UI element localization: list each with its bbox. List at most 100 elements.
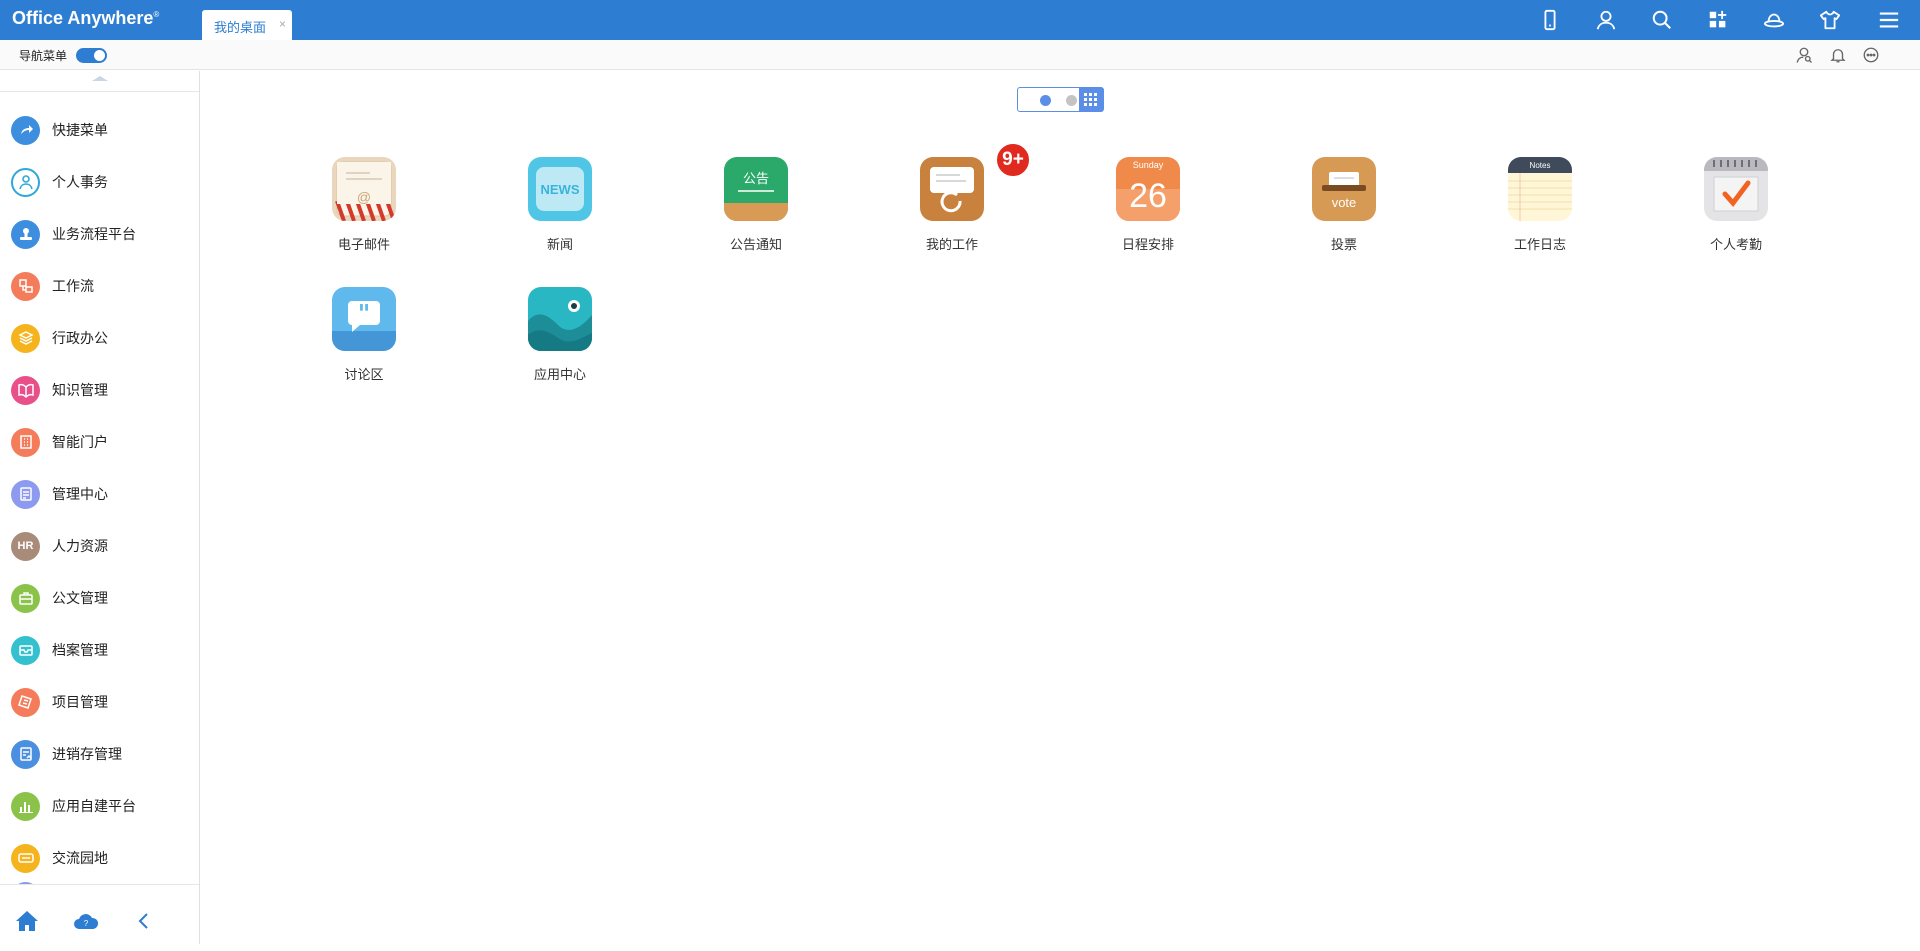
- attendance-icon: [1704, 157, 1768, 221]
- sidebar-item-label: 档案管理: [52, 642, 108, 658]
- notes-icon: Notes: [1508, 157, 1572, 221]
- calendar-date-text: 26: [1129, 177, 1167, 215]
- sidebar-item[interactable]: 应用自建平台: [0, 780, 199, 832]
- sub-bar: 导航菜单: [0, 40, 1920, 70]
- menu-icon[interactable]: [1874, 6, 1904, 34]
- page-switcher: [1017, 87, 1104, 112]
- sidebar-item[interactable]: HR 人力资源: [0, 520, 199, 572]
- sidebar-item-label: 工作流: [52, 278, 94, 294]
- bell-icon[interactable]: [1827, 44, 1849, 66]
- sidebar-item[interactable]: 行政办公: [0, 312, 199, 364]
- chat-icon[interactable]: [1860, 44, 1882, 66]
- sidebar-item-label: 管理中心: [52, 486, 108, 502]
- sidebar-item-label: 应用自建平台: [52, 798, 136, 814]
- app-label: 我的工作: [925, 237, 978, 252]
- sidebar: 快捷菜单个人事务业务流程平台 工作流行政办公知识管理智能门户管理中心 HR 人力资源公…: [0, 71, 200, 944]
- app-my-work[interactable]: 我的工作: [897, 157, 1007, 267]
- stamp-icon: [11, 219, 40, 249]
- discussion-icon: ": [332, 287, 396, 351]
- app-discussion[interactable]: " 讨论区: [309, 287, 419, 397]
- person-icon: [11, 167, 40, 197]
- app-label: 应用中心: [533, 367, 586, 382]
- archive-icon: [11, 635, 40, 665]
- sidebar-item[interactable]: 项目管理: [0, 676, 199, 728]
- notification-badge: 9+: [995, 142, 1031, 178]
- sidebar-item[interactable]: 快捷菜单: [0, 104, 199, 156]
- inventory-icon: [11, 739, 40, 769]
- vote-icon: vote: [1312, 157, 1376, 221]
- shirt-icon[interactable]: [1815, 6, 1845, 34]
- app-news[interactable]: NEWS 新闻: [505, 157, 615, 267]
- layers-icon: [11, 323, 40, 353]
- flow-icon: [11, 271, 40, 301]
- collapse-icon[interactable]: [128, 907, 158, 935]
- sidebar-item[interactable]: 公文管理: [0, 572, 199, 624]
- apps-add-icon[interactable]: [1703, 6, 1733, 34]
- sidebar-item-label: 智能门户: [52, 434, 108, 450]
- scroll-up-arrow-icon[interactable]: [92, 76, 108, 81]
- sidebar-item[interactable]: 智能门户: [0, 416, 199, 468]
- sidebar-item-label: 公文管理: [52, 590, 108, 606]
- home-icon[interactable]: [12, 907, 42, 935]
- user-icon[interactable]: [1591, 6, 1621, 34]
- app-label: 日程安排: [1121, 237, 1174, 252]
- sidebar-item[interactable]: 个人事务: [0, 156, 199, 208]
- sidebar-item[interactable]: 管理中心: [0, 468, 199, 520]
- sidebar-item-label: 行政办公: [52, 330, 108, 346]
- sidebar-item[interactable]: 知识管理: [0, 364, 199, 416]
- sidebar-item-label: 人力资源: [52, 538, 108, 554]
- sidebar-item[interactable]: 进销存管理: [0, 728, 199, 780]
- app-calendar[interactable]: Sunday 26 日程安排: [1093, 157, 1203, 267]
- sidebar-item-label: 业务流程平台: [52, 226, 136, 242]
- hr-icon: HR: [11, 531, 40, 561]
- app-label: 讨论区: [344, 367, 384, 382]
- sidebar-item-label: 项目管理: [52, 694, 108, 710]
- document-icon: [11, 479, 40, 509]
- app-notice[interactable]: 公告 公告通知: [701, 157, 811, 267]
- sidebar-item[interactable]: 工作流: [0, 260, 199, 312]
- app-email[interactable]: @ 电子邮件: [309, 157, 419, 267]
- news-icon-text: NEWS: [541, 182, 580, 197]
- share-icon: [11, 115, 40, 145]
- page-dot-1[interactable]: [1040, 95, 1051, 106]
- mobile-icon[interactable]: [1535, 6, 1565, 34]
- sidebar-item-label: 快捷菜单: [52, 122, 108, 138]
- project-icon: [11, 687, 40, 717]
- svg-text:@: @: [357, 189, 371, 205]
- building-icon: [11, 427, 40, 457]
- app-logo: Office Anywhere®: [12, 8, 160, 28]
- sidebar-icon-text: HR: [17, 540, 34, 552]
- app-vote[interactable]: vote 投票: [1289, 157, 1399, 267]
- book-icon: [11, 375, 40, 405]
- search-icon[interactable]: [1647, 6, 1677, 34]
- page-dot-2[interactable]: [1066, 95, 1077, 106]
- top-bar: Office Anywhere® 我的桌面 ×: [0, 0, 1920, 40]
- tab-my-desktop[interactable]: 我的桌面 ×: [202, 10, 292, 40]
- cloud-help-icon[interactable]: ?: [71, 907, 101, 935]
- svg-text:": ": [358, 299, 371, 328]
- nav-menu-toggle[interactable]: [76, 48, 107, 63]
- notice-icon: 公告: [724, 157, 788, 221]
- calendar-day-text: Sunday: [1133, 160, 1164, 170]
- sidebar-item-label: 交流园地: [52, 850, 108, 866]
- grid-view-icon[interactable]: [1079, 88, 1103, 111]
- hat-icon[interactable]: [1759, 6, 1789, 34]
- user-search-icon[interactable]: [1793, 44, 1815, 66]
- app-label: 新闻: [546, 237, 573, 252]
- nav-menu-label: 导航菜单: [19, 49, 68, 63]
- briefcase-icon: [11, 583, 40, 613]
- app-label: 个人考勤: [1709, 237, 1762, 252]
- app-label: 工作日志: [1513, 237, 1566, 252]
- sidebar-item[interactable]: 业务流程平台: [0, 208, 199, 260]
- work-icon: [920, 157, 984, 221]
- app-label: 投票: [1330, 237, 1357, 252]
- app-work-log[interactable]: Notes 工作日志: [1485, 157, 1595, 267]
- sidebar-item[interactable]: 档案管理: [0, 624, 199, 676]
- app-attendance[interactable]: 个人考勤: [1681, 157, 1791, 267]
- app-label: 电子邮件: [337, 237, 390, 252]
- app-center[interactable]: 应用中心: [505, 287, 615, 397]
- sidebar-item-label: 进销存管理: [52, 746, 122, 762]
- news-icon: NEWS: [528, 157, 592, 221]
- sidebar-item[interactable]: 交流园地: [0, 832, 199, 884]
- close-icon[interactable]: ×: [279, 17, 286, 31]
